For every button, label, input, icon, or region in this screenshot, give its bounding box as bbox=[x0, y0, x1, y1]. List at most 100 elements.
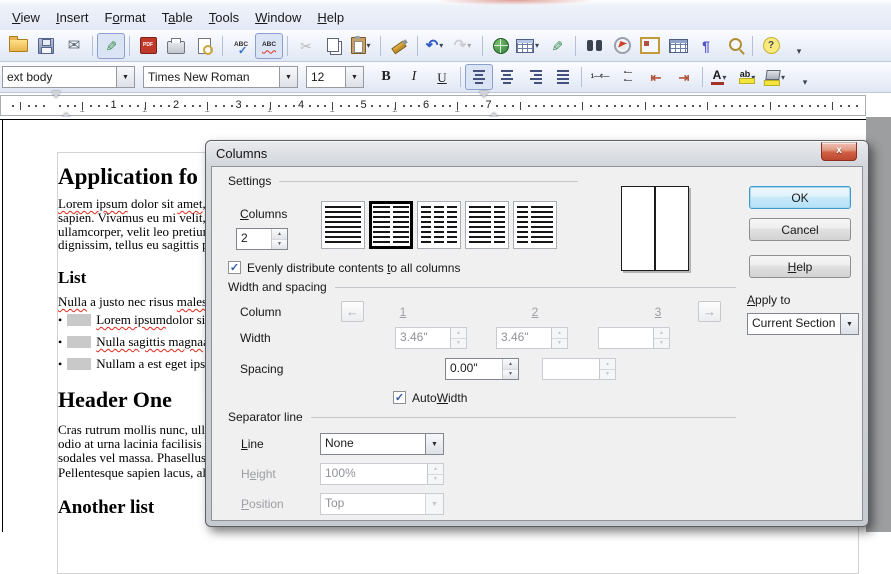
spinner-value: 100% bbox=[321, 464, 427, 484]
previous-column-button[interactable]: ← bbox=[341, 301, 364, 322]
preset-4[interactable] bbox=[465, 201, 509, 249]
field-shading-box bbox=[67, 314, 91, 326]
width-spacing-group-label: Width and spacing bbox=[228, 280, 327, 294]
page-left-border bbox=[2, 119, 3, 532]
settings-group-label: Settings bbox=[228, 174, 271, 188]
close-button[interactable]: x bbox=[821, 142, 857, 161]
document-heading: Header One bbox=[58, 387, 172, 413]
spinner-down-button[interactable]: ▼ bbox=[503, 369, 518, 380]
ruler-dot bbox=[43, 105, 45, 107]
height-spinner[interactable]: 100%▲▼ bbox=[320, 463, 444, 485]
autowidth-checkbox[interactable]: ✓ bbox=[393, 391, 406, 404]
cancel-button[interactable]: Cancel bbox=[749, 218, 851, 241]
position-label: Position bbox=[241, 497, 284, 511]
help-button[interactable]: Help bbox=[749, 255, 851, 278]
spinner-value bbox=[599, 328, 653, 348]
width-column3-spinner[interactable]: ▲▼ bbox=[598, 327, 670, 349]
spinner-up-button[interactable]: ▲ bbox=[654, 328, 669, 338]
dropdown-value: None bbox=[321, 434, 425, 454]
width-row-label: Width bbox=[240, 331, 271, 345]
document-paragraph: Cras rutrum mollis nunc, ullamodio at ur… bbox=[58, 423, 221, 464]
menu-view[interactable]: View bbox=[4, 7, 48, 28]
open-button[interactable] bbox=[4, 33, 32, 59]
open-icon bbox=[9, 39, 28, 52]
line-label: Line bbox=[241, 437, 264, 451]
width-column2-spinner[interactable]: 3.46"▲▼ bbox=[496, 327, 568, 349]
ruler-dot bbox=[35, 105, 37, 107]
preset-3[interactable] bbox=[417, 201, 461, 249]
column-number-2[interactable]: 2 bbox=[532, 305, 539, 319]
field-shading-box bbox=[67, 358, 91, 370]
list-item: •Nullam a est eget ipsum bbox=[58, 357, 222, 379]
workspace-background bbox=[866, 117, 891, 532]
dropdown-value: Top bbox=[321, 494, 425, 514]
spinner-down-button[interactable]: ▼ bbox=[600, 369, 615, 380]
next-column-button[interactable]: → bbox=[698, 301, 721, 322]
evenly-distribute-checkbox[interactable]: ✓ bbox=[228, 261, 241, 274]
settings-group-header: Settings bbox=[228, 174, 578, 188]
columns-count-spinner[interactable]: 2▲▼ bbox=[236, 228, 288, 250]
spacing-row-label: Spacing bbox=[240, 362, 283, 376]
spinner-down-button[interactable]: ▼ bbox=[272, 239, 287, 250]
save-button[interactable] bbox=[32, 33, 60, 59]
ruler-dot bbox=[12, 105, 14, 107]
apply-to-label: Apply to bbox=[747, 293, 790, 307]
position-dropdown[interactable]: Top▼ bbox=[320, 493, 444, 515]
document-heading: List bbox=[58, 268, 86, 288]
list-item: •Nulla sagittis magna at bbox=[58, 335, 212, 357]
document-heading: Another list bbox=[58, 497, 154, 519]
ok-button[interactable]: OK bbox=[749, 186, 851, 209]
spinner-value: 3.46" bbox=[396, 328, 450, 348]
spinner-down-button[interactable]: ▼ bbox=[428, 474, 443, 485]
dropdown-arrow[interactable]: ▼ bbox=[425, 494, 443, 514]
width-spacing-group-header: Width and spacing bbox=[228, 280, 736, 294]
spinner-value: 2 bbox=[237, 229, 271, 249]
spinner-down-button[interactable]: ▼ bbox=[451, 338, 466, 349]
column-number-3[interactable]: 3 bbox=[655, 305, 662, 319]
spinner-up-button[interactable]: ▲ bbox=[600, 359, 615, 369]
spinner-value bbox=[543, 359, 599, 379]
column-row-label: Column bbox=[240, 305, 281, 319]
spinner-down-button[interactable]: ▼ bbox=[552, 338, 567, 349]
bullet-icon: • bbox=[58, 357, 62, 372]
column-number-1[interactable]: 1 bbox=[400, 305, 407, 319]
spinner-up-button[interactable]: ▲ bbox=[451, 328, 466, 338]
spacing-2-spinner[interactable]: ▲▼ bbox=[542, 358, 616, 380]
apply-to-dropdown[interactable]: Current Section▼ bbox=[747, 313, 859, 335]
columns-count-label: Columns bbox=[240, 207, 287, 221]
document-paragraph: Pellentesque sapien lacus, aliq bbox=[58, 466, 216, 480]
spinner-down-button[interactable]: ▼ bbox=[654, 338, 669, 349]
dropdown-arrow[interactable]: ▼ bbox=[840, 314, 858, 334]
save-icon bbox=[38, 38, 54, 54]
spinner-up-button[interactable]: ▲ bbox=[552, 328, 567, 338]
preset-2-selected[interactable] bbox=[369, 201, 413, 249]
spacing-1-spinner[interactable]: 0.00"▲▼ bbox=[445, 358, 519, 380]
document-paragraph: Lorem ipsum dolor sit amet, csapien. Viv… bbox=[58, 197, 215, 252]
bullet-icon: • bbox=[58, 313, 62, 328]
separator-line-group-header: Separator line bbox=[228, 410, 736, 424]
dropdown-value: Current Section bbox=[748, 314, 840, 334]
line-style-dropdown[interactable]: None▼ bbox=[320, 433, 444, 455]
dropdown-arrow[interactable]: ▼ bbox=[425, 434, 443, 454]
separator-line-group-label: Separator line bbox=[228, 410, 303, 424]
spinner-value: 3.46" bbox=[497, 328, 551, 348]
preset-5[interactable] bbox=[513, 201, 557, 249]
dialog-client-area: Settings Columns 2▲▼ ✓ Evenly distribute… bbox=[211, 166, 863, 521]
autowidth-label: AutoWidth bbox=[412, 391, 467, 405]
columns-dialog: Columns x Settings Columns 2▲▼ ✓ Evenly … bbox=[205, 140, 869, 527]
preset-1[interactable] bbox=[321, 201, 365, 249]
dialog-title: Columns bbox=[216, 146, 267, 161]
ruler-dot bbox=[28, 105, 30, 107]
spinner-up-button[interactable]: ▲ bbox=[503, 359, 518, 369]
evenly-distribute-label: Evenly distribute contents to all column… bbox=[247, 261, 460, 275]
spinner-up-button[interactable]: ▲ bbox=[428, 464, 443, 474]
ruler-half-tick bbox=[20, 102, 21, 110]
height-label: Height bbox=[241, 467, 276, 481]
list-item: •Lorem ipsum dolor sit a bbox=[58, 313, 218, 335]
spinner-up-button[interactable]: ▲ bbox=[272, 229, 287, 239]
preview-column-divider bbox=[654, 187, 656, 270]
bullet-icon: • bbox=[58, 335, 62, 350]
width-column1-spinner[interactable]: 3.46"▲▼ bbox=[395, 327, 467, 349]
spinner-value: 0.00" bbox=[446, 359, 502, 379]
columns-preview bbox=[621, 186, 689, 271]
